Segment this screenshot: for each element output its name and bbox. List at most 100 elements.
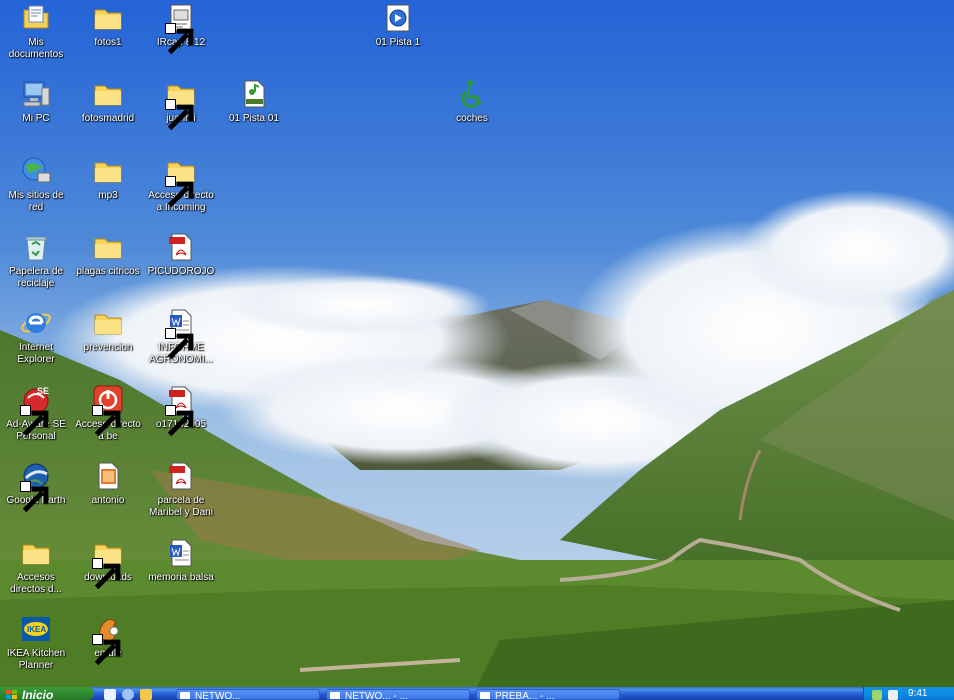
shortcut-arrow-icon: [165, 23, 194, 55]
shortcut-arrow-icon: [165, 176, 194, 208]
icon-label: Mis documentos: [8, 37, 64, 60]
desktop-icon-internet-explorer[interactable]: Internet Explorer: [0, 307, 72, 366]
tray-volume-icon[interactable]: [888, 690, 898, 700]
desktop-icon-accesos-directos[interactable]: Accesos directos d...: [0, 537, 72, 596]
windows-flag-icon: [6, 690, 17, 699]
desktop-icon-fotos1[interactable]: fotos1: [72, 2, 144, 49]
image-file-icon: [92, 460, 124, 492]
icon-label: plagas citricos: [76, 266, 140, 277]
icon-label: memoria balsa: [148, 572, 214, 583]
folder-icon: [92, 2, 124, 34]
desktop-icon-informe-agronomico[interactable]: INFORME AGRONOMI...: [145, 307, 217, 366]
desktop-icon-plagas-citricos[interactable]: plagas citricos: [72, 231, 144, 278]
window-icon: [480, 692, 490, 699]
emule-icon: [92, 613, 124, 666]
adaware-icon: SE: [20, 384, 52, 437]
accessibility-icon: [456, 78, 488, 110]
desktop-icon-google-earth[interactable]: Google Earth: [0, 460, 72, 513]
folder-icon: [92, 307, 124, 339]
quick-launch-show-desktop-icon[interactable]: [122, 689, 134, 700]
folder-shortcut-icon: [92, 537, 124, 590]
ikea-icon: IKEA: [20, 613, 52, 645]
svg-text:IKEA: IKEA: [27, 625, 46, 634]
desktop-icon-memoria-balsa[interactable]: memoria balsa: [145, 537, 217, 584]
desktop-icon-picudorojo[interactable]: PICUDOROJO: [145, 231, 217, 278]
icon-label: Internet Explorer: [17, 342, 55, 365]
mpeg-file-icon: [238, 78, 270, 110]
task-label: PREBA... - ...: [495, 691, 555, 700]
icon-label: 01 Pista 01: [228, 113, 280, 124]
taskbar-task-2[interactable]: NETWO... - ...: [326, 689, 470, 700]
shortcut-arrow-icon: [92, 405, 121, 437]
red-shortcut-icon: [92, 384, 124, 437]
icon-label: mp3: [98, 190, 118, 201]
desktop-icon-ikea-kitchen-planner[interactable]: IKEA IKEA Kitchen Planner: [0, 613, 72, 672]
desktop-icon-fotosmadrid[interactable]: fotosmadrid: [72, 78, 144, 125]
icon-label: Accesos directos d...: [10, 572, 62, 595]
desktop-icon-acceso-directo-incoming[interactable]: Acceso directo a Incoming: [145, 155, 217, 214]
desktop-icon-01-pista-01[interactable]: 01 Pista 01: [218, 78, 290, 125]
desktop-icon-01-pista-1[interactable]: 01 Pista 1: [362, 2, 434, 49]
desktop-icon-juanmi[interactable]: juanmi: [145, 78, 217, 131]
icon-label: Papelera de reciclaje: [9, 266, 63, 289]
window-icon: [180, 692, 190, 699]
icon-label: fotosmadrid: [81, 113, 135, 124]
folder-icon: [20, 537, 52, 569]
taskbar-task-3[interactable]: PREBA... - ...: [476, 689, 620, 700]
icon-label: coches: [456, 113, 488, 124]
desktop-icon-parcela[interactable]: parcela de Maribel y Dani: [145, 460, 217, 519]
pdf-icon: [165, 384, 197, 437]
desktop-icon-mis-sitios-de-red[interactable]: Mis sitios de red: [0, 155, 72, 214]
pdf-icon: [165, 460, 197, 492]
desktop-icon-o17102005[interactable]: o17102005: [145, 384, 217, 437]
ircap-shortcut-icon: [165, 2, 197, 55]
desktop-icon-antonio[interactable]: antonio: [72, 460, 144, 507]
desktop-icon-mi-pc[interactable]: Mi PC: [0, 78, 72, 125]
desktop-icon-mis-documentos[interactable]: Mis documentos: [0, 2, 72, 61]
desktop-icon-papelera-de-reciclaje[interactable]: Papelera de reciclaje: [0, 231, 72, 290]
start-label: Inicio: [22, 688, 54, 700]
desktop-icon-mp3[interactable]: mp3: [72, 155, 144, 202]
quick-launch-ie-icon[interactable]: [104, 689, 116, 700]
desktop-icon-ad-aware[interactable]: SE Ad-Aware SE Personal: [0, 384, 72, 443]
icon-label: Mis sitios de red: [8, 190, 64, 213]
tray-network-icon[interactable]: [872, 690, 882, 700]
icon-label: IKEA Kitchen Planner: [6, 648, 66, 671]
svg-text:SE: SE: [37, 386, 49, 396]
icon-label: prevencion: [83, 342, 133, 353]
shortcut-arrow-icon: [165, 405, 194, 437]
folder-shortcut-icon: [165, 78, 197, 131]
folder-icon: [92, 78, 124, 110]
shortcut-arrow-icon: [92, 634, 121, 666]
task-label: NETWO...: [195, 691, 241, 700]
desktop-icon-prevencion[interactable]: prevencion: [72, 307, 144, 354]
my-computer-icon: [20, 78, 52, 110]
window-icon: [330, 692, 340, 699]
shortcut-arrow-icon: [20, 405, 49, 437]
start-button[interactable]: Inicio: [0, 687, 94, 700]
media-player-icon: [382, 2, 414, 34]
desktop-icon-ircap[interactable]: IRcap 8.12: [145, 2, 217, 55]
icon-label: Mi PC: [22, 113, 50, 124]
shortcut-arrow-icon: [20, 481, 49, 513]
folder-shortcut-icon: [165, 155, 197, 208]
desktop-icon-coches[interactable]: coches: [436, 78, 508, 125]
taskbar: Inicio NETWO... NETWO... - ... PREBA... …: [0, 687, 954, 700]
icon-label: 01 Pista 1: [375, 37, 421, 48]
desktop-icon-downloads[interactable]: downloads: [72, 537, 144, 590]
tray-clock[interactable]: 9:41: [908, 687, 927, 700]
shortcut-arrow-icon: [165, 99, 194, 131]
word-doc-shortcut-icon: [165, 307, 197, 360]
google-earth-icon: [20, 460, 52, 513]
quick-launch-media-icon[interactable]: [140, 689, 152, 700]
system-tray: 9:41: [863, 687, 954, 700]
icon-label: fotos1: [94, 37, 122, 48]
icon-label: PICUDOROJO: [147, 266, 215, 277]
word-doc-icon: [165, 537, 197, 569]
desktop-icon-emule[interactable]: emule: [72, 613, 144, 666]
desktop-icon-acceso-directo-be[interactable]: Acceso directo a be: [72, 384, 144, 443]
taskbar-task-1[interactable]: NETWO...: [176, 689, 320, 700]
my-documents-icon: [20, 2, 52, 34]
folder-icon: [92, 155, 124, 187]
internet-explorer-icon: [20, 307, 52, 339]
